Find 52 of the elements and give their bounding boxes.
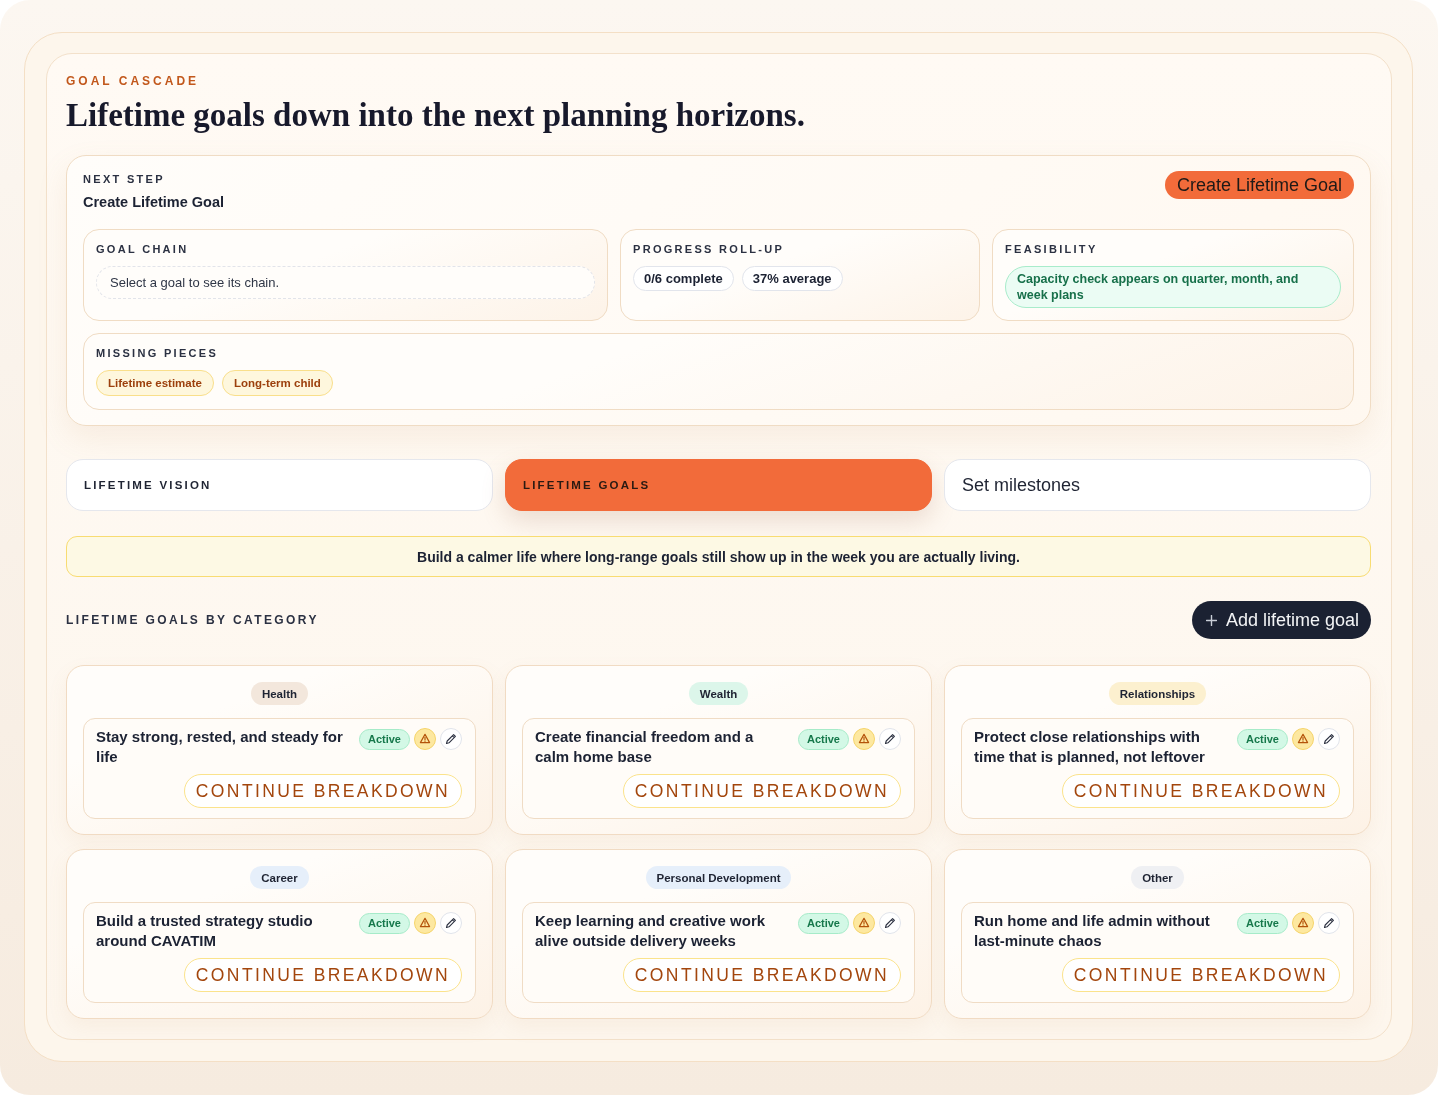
page-title: Lifetime goals down into the next planning horizons. (66, 96, 805, 135)
goal-title: Run home and life admin without last-minute chaos (974, 911, 1211, 951)
continue-breakdown-button[interactable]: CONTINUE BREAKDOWN (183, 774, 462, 808)
stage-tab[interactable]: LIFETIME GOALS (505, 459, 932, 511)
stage-tab[interactable]: LIFETIME VISION (66, 459, 493, 511)
category-tag: Other (1131, 866, 1184, 889)
status-badge: Active (797, 728, 849, 750)
edit-icon[interactable] (1318, 912, 1340, 934)
missing-tag: Long-term child (221, 370, 333, 396)
status-badge: Active (358, 728, 410, 750)
add-goal-button[interactable]: Add lifetime goal (1191, 601, 1371, 639)
create-goal-button[interactable]: Create Lifetime Goal (1164, 171, 1354, 199)
goal-title: Stay strong, rested, and steady for life (96, 727, 344, 767)
status-badge: Active (797, 912, 849, 934)
progress-chip: 0/6 complete (633, 266, 734, 291)
continue-breakdown-button[interactable]: CONTINUE BREAKDOWN (622, 774, 901, 808)
section-heading: LIFETIME GOALS BY CATEGORY (66, 613, 319, 627)
category-tag: Personal Development (645, 866, 792, 889)
status-badge: Active (1236, 912, 1288, 934)
category-tag: Wealth (688, 682, 749, 705)
edit-icon[interactable] (440, 912, 462, 934)
section-label: MISSING PIECES (96, 346, 219, 360)
missing-tag: Lifetime estimate (96, 370, 214, 396)
goal-title: Keep learning and creative work alive outside delivery weeks (535, 911, 767, 951)
status-badge: Active (358, 912, 410, 934)
category-tag: Career (250, 866, 309, 889)
section-label: GOAL CHAIN (96, 242, 189, 256)
section-label: NEXT STEP (83, 172, 165, 186)
edit-icon[interactable] (879, 728, 901, 750)
continue-breakdown-button[interactable]: CONTINUE BREAKDOWN (1061, 958, 1340, 992)
goal-title: Build a trusted strategy studio around CAVATIM (96, 911, 314, 951)
empty-state-message: Select a goal to see its chain. (96, 266, 595, 299)
next-step-value: Create Lifetime Goal (83, 193, 224, 212)
continue-breakdown-button[interactable]: CONTINUE BREAKDOWN (183, 958, 462, 992)
progress-chip: 37% average (741, 266, 843, 291)
edit-icon[interactable] (1318, 728, 1340, 750)
continue-breakdown-button[interactable]: CONTINUE BREAKDOWN (622, 958, 901, 992)
edit-icon[interactable] (440, 728, 462, 750)
edit-icon[interactable] (879, 912, 901, 934)
status-badge: Active (1236, 728, 1288, 750)
section-label: FEASIBILITY (1005, 242, 1098, 256)
continue-breakdown-button[interactable]: CONTINUE BREAKDOWN (1061, 774, 1340, 808)
goal-title: Create financial freedom and a calm home base (535, 727, 755, 767)
category-tag: Relationships (1108, 682, 1207, 705)
eyebrow-label: GOAL CASCADE (66, 73, 200, 89)
vision-banner: Build a calmer life where long-range goals still show up in the week you are actually living. (66, 536, 1371, 577)
category-tag: Health (250, 682, 309, 705)
goal-title: Protect close relationships with time that is planned, not leftover (974, 727, 1206, 767)
section-label: PROGRESS ROLL-UP (633, 242, 785, 256)
plus-icon (1205, 614, 1217, 626)
feasibility-note: Capacity check appears on quarter, month, and week plans (1005, 266, 1341, 308)
stage-tab[interactable]: Set milestones (944, 459, 1371, 511)
